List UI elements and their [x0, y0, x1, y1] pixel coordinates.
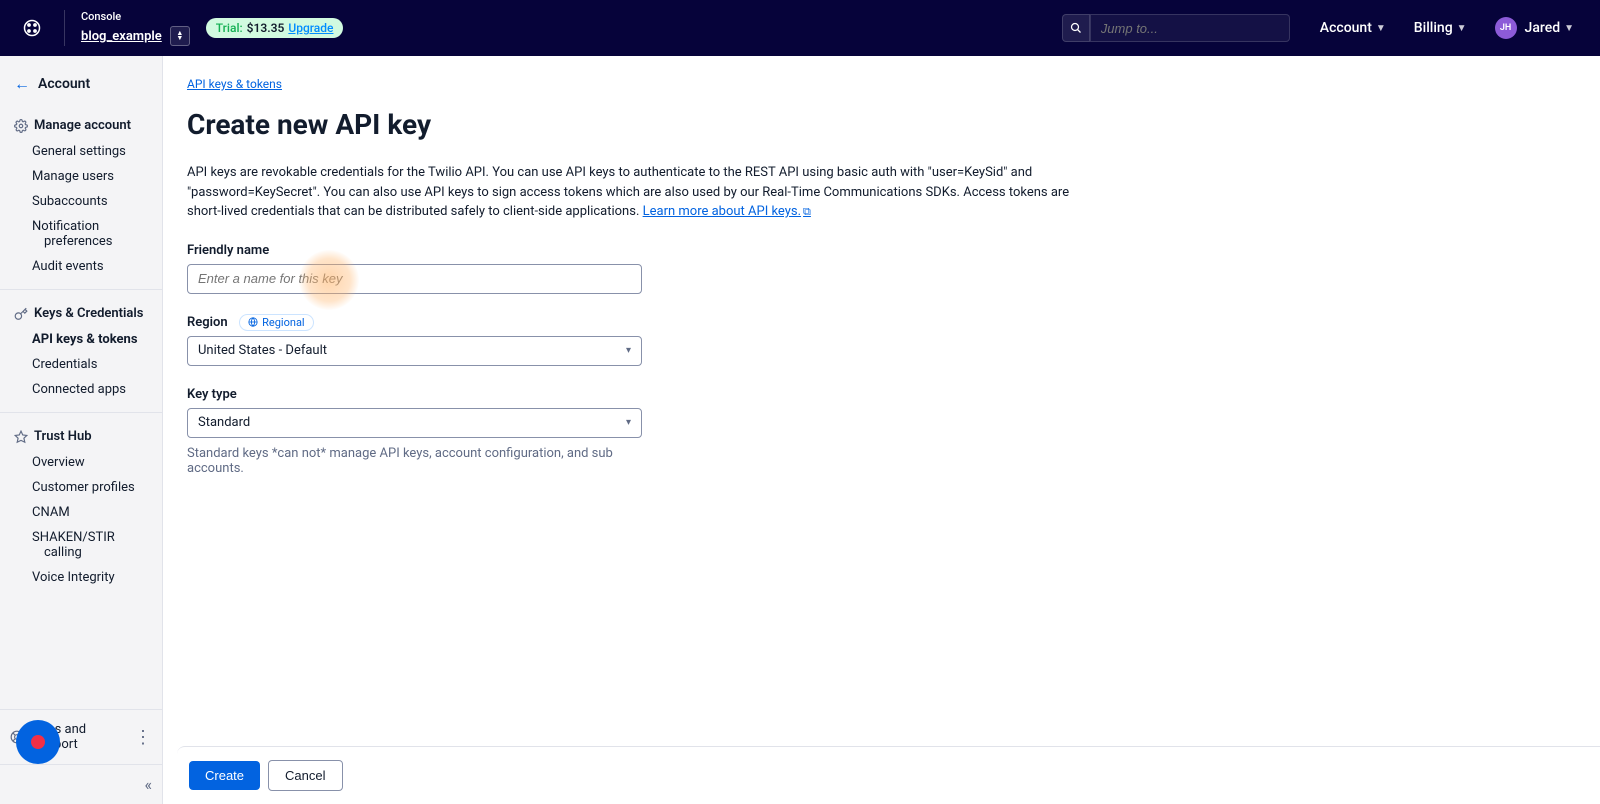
sidebar-section-keys[interactable]: Keys & Credentials: [0, 300, 162, 327]
intro-body: API keys are revokable credentials for t…: [187, 165, 1069, 219]
sidebar-item-cnam[interactable]: CNAM: [0, 500, 162, 525]
sidebar-divider: [0, 412, 162, 413]
key-type-select[interactable]: Standard ▾: [187, 408, 642, 438]
sidebar-section-label: Trust Hub: [34, 429, 92, 444]
chevron-down-icon: ▼: [1457, 23, 1467, 34]
top-header: Console blog_example ▲▼ Trial: $13.35 Up…: [0, 0, 1600, 56]
project-name-link[interactable]: blog_example: [81, 29, 162, 44]
search-icon: [1070, 22, 1082, 34]
page-title: Create new API key: [187, 108, 1576, 141]
sidebar-section-manage[interactable]: Manage account: [0, 112, 162, 139]
billing-menu-label: Billing: [1414, 20, 1453, 36]
intro-text: API keys are revokable credentials for t…: [187, 163, 1077, 222]
account-menu-label: Account: [1320, 20, 1372, 36]
key-type-select-value: Standard: [198, 415, 250, 430]
friendly-name-label: Friendly name: [187, 243, 269, 258]
create-button[interactable]: Create: [189, 761, 260, 790]
key-type-label: Key type: [187, 387, 237, 402]
key-icon: [14, 307, 28, 321]
project-picker-button[interactable]: ▲▼: [170, 26, 190, 46]
logo-button[interactable]: [16, 12, 48, 44]
chevron-down-icon: ▼: [1376, 23, 1386, 34]
more-menu-icon[interactable]: ⋮: [134, 727, 152, 748]
trial-pill: Trial: $13.35 Upgrade: [206, 18, 344, 38]
external-link-icon: ⧉: [803, 205, 811, 218]
fab-dot-icon: [31, 735, 45, 749]
sidebar-item-audit-events[interactable]: Audit events: [0, 254, 162, 279]
sidebar-section-label: Keys & Credentials: [34, 306, 143, 321]
sidebar-item-trust-overview[interactable]: Overview: [0, 450, 162, 475]
chevron-down-icon: ▾: [626, 417, 631, 428]
sidebar-item-customer-profiles[interactable]: Customer profiles: [0, 475, 162, 500]
collapse-sidebar-button[interactable]: «: [144, 775, 152, 794]
arrow-left-icon: ←: [14, 74, 30, 94]
learn-more-label: Learn more about API keys.: [643, 204, 801, 219]
globe-icon: [248, 317, 258, 327]
help-fab[interactable]: [16, 720, 60, 764]
search-button[interactable]: [1062, 14, 1090, 42]
sidebar-item-api-keys[interactable]: API keys & tokens: [0, 327, 162, 352]
footer-action-bar: Create Cancel: [177, 746, 1600, 804]
main-content: API keys & tokens Create new API key API…: [163, 56, 1600, 804]
gear-icon: [14, 119, 28, 133]
regional-badge-label: Regional: [262, 316, 304, 329]
header-project-block: Console blog_example ▲▼: [81, 10, 190, 46]
sidebar-section-trust[interactable]: Trust Hub: [0, 423, 162, 450]
account-menu[interactable]: Account ▼: [1310, 20, 1396, 36]
sidebar-item-shaken-stir[interactable]: SHAKEN/STIR calling: [0, 525, 162, 565]
region-select-value: United States - Default: [198, 343, 327, 358]
friendly-name-input[interactable]: [187, 264, 642, 294]
sidebar-item-connected-apps[interactable]: Connected apps: [0, 377, 162, 402]
chevron-down-icon: ▼: [1564, 23, 1574, 34]
region-label: Region: [187, 315, 228, 330]
trial-amount: $13.35: [247, 21, 285, 35]
avatar: JH: [1495, 17, 1517, 39]
console-label: Console: [81, 10, 190, 23]
sidebar-section-label: Manage account: [34, 118, 131, 133]
sidebar-item-manage-users[interactable]: Manage users: [0, 164, 162, 189]
breadcrumb-link[interactable]: API keys & tokens: [187, 77, 282, 91]
header-divider: [64, 10, 65, 46]
search-input[interactable]: [1090, 14, 1290, 42]
cancel-button[interactable]: Cancel: [268, 760, 342, 791]
user-name: Jared: [1525, 20, 1561, 36]
trial-prefix: Trial:: [216, 21, 243, 35]
sidebar-item-credentials[interactable]: Credentials: [0, 352, 162, 377]
sidebar: ← Account Manage account General setting…: [0, 56, 163, 804]
sidebar-collapse-row: «: [0, 764, 162, 804]
sidebar-back-label: Account: [38, 76, 90, 92]
sidebar-back[interactable]: ← Account: [0, 64, 162, 108]
sidebar-item-subaccounts[interactable]: Subaccounts: [0, 189, 162, 214]
region-select[interactable]: United States - Default ▾: [187, 336, 642, 366]
sidebar-divider: [0, 289, 162, 290]
sidebar-item-general-settings[interactable]: General settings: [0, 139, 162, 164]
regional-badge: Regional: [239, 314, 313, 331]
billing-menu[interactable]: Billing ▼: [1404, 20, 1477, 36]
upgrade-link[interactable]: Upgrade: [288, 21, 333, 35]
key-type-hint: Standard keys *can not* manage API keys,…: [187, 446, 642, 476]
chevron-down-icon: ▾: [626, 345, 631, 356]
sidebar-item-notification-prefs[interactable]: Notification preferences: [0, 214, 162, 254]
user-menu[interactable]: JH Jared ▼: [1485, 17, 1584, 39]
star-icon: [14, 430, 28, 444]
sidebar-item-voice-integrity[interactable]: Voice Integrity: [0, 565, 162, 590]
learn-more-link[interactable]: Learn more about API keys.⧉: [643, 204, 811, 219]
